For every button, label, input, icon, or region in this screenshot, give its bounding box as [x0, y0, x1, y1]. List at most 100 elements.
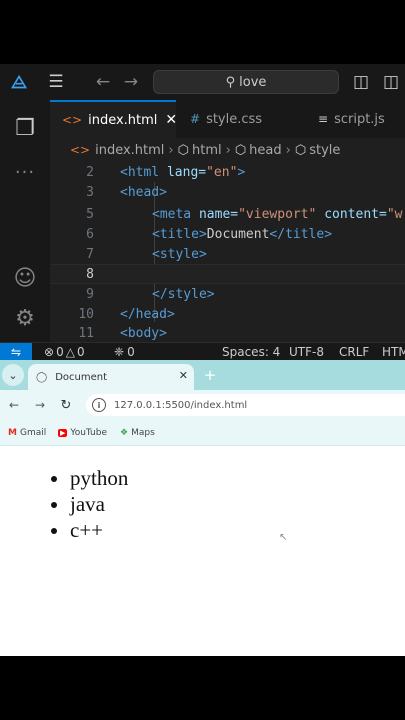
ports-count: 0: [127, 345, 135, 359]
more-icon[interactable]: ···: [0, 152, 50, 192]
new-tab-button[interactable]: +: [200, 365, 220, 385]
gear-icon[interactable]: ⚙: [0, 298, 50, 338]
chevron-right-icon: ›: [225, 142, 231, 158]
code-line[interactable]: 10 </head>: [50, 304, 405, 324]
code-line[interactable]: 11 <body>: [50, 323, 405, 343]
code-line[interactable]: 9 </style>: [50, 284, 405, 304]
indentation-indicator[interactable]: Spaces: 4: [222, 343, 280, 360]
close-icon[interactable]: ✕: [165, 112, 177, 128]
tab-label: index.html: [88, 112, 158, 128]
problems-indicator[interactable]: ⊗ 0 △ 0: [44, 343, 85, 360]
code-token: "w: [386, 206, 403, 222]
breadcrumb-item[interactable]: html: [192, 143, 222, 158]
search-icon: ⚲: [225, 74, 236, 90]
title-bar: ⨺ ☰ ← → ⚲ love ◫ ◫: [0, 64, 405, 100]
browser-tab[interactable]: ◯ Document ✕: [28, 364, 194, 390]
code-token: <meta: [152, 206, 192, 222]
breadcrumb-item[interactable]: index.html: [95, 143, 164, 158]
list-item: c++: [70, 517, 128, 543]
breadcrumb-item[interactable]: style: [309, 143, 340, 158]
code-line[interactable]: 3 <head >: [50, 182, 405, 202]
bookmark-youtube[interactable]: ▶ YouTube: [58, 420, 107, 446]
js-file-icon: ≡: [318, 112, 329, 126]
page-content: python java c++ ↖: [0, 447, 405, 656]
encoding-indicator[interactable]: UTF-8: [289, 343, 324, 360]
tab-script-js[interactable]: ≡ script.js: [310, 100, 405, 138]
line-number: 8: [86, 266, 94, 282]
line-number: 11: [78, 325, 94, 341]
code-token: "en": [206, 164, 238, 180]
line-number: 2: [86, 164, 94, 180]
toggle-sidebar-icon[interactable]: ◫: [350, 71, 372, 93]
vscode-logo-icon: ⨺: [10, 71, 28, 93]
bookmark-label: YouTube: [70, 428, 107, 438]
html-file-icon: <>: [70, 143, 91, 157]
list-item: java: [70, 491, 128, 517]
site-info-icon[interactable]: i: [92, 398, 106, 412]
breadcrumb: <> index.html › ⬡ html › ⬡ head › ⬡ styl…: [50, 138, 405, 162]
code-editor[interactable]: 2 <html lang= "en" > 3 <head > 5 <meta name…: [50, 162, 405, 342]
address-bar[interactable]: i 127.0.0.1:5500/index.html: [86, 394, 405, 416]
ports-indicator[interactable]: ❈ 0: [114, 343, 135, 360]
back-arrow-icon[interactable]: ←: [4, 395, 24, 415]
forward-arrow-icon[interactable]: →: [120, 71, 142, 93]
chevron-right-icon: ›: [168, 142, 174, 158]
code-line[interactable]: 2 <html lang= "en" >: [50, 162, 405, 182]
search-text: love: [239, 74, 267, 90]
code-line[interactable]: 6 <title> Document </title>: [50, 224, 405, 244]
language-indicator[interactable]: HTML: [382, 343, 405, 360]
forward-arrow-icon[interactable]: →: [30, 395, 50, 415]
eol-indicator[interactable]: CRLF: [339, 343, 369, 360]
maps-icon: ❖: [120, 428, 129, 438]
tab-search-icon[interactable]: ⌄: [2, 364, 24, 386]
code-token: >: [237, 164, 246, 180]
warning-icon: △: [65, 345, 75, 359]
browser-toolbar: ← → ↻ i 127.0.0.1:5500/index.html: [0, 390, 405, 420]
tab-label: style.css: [206, 111, 263, 127]
browser-tab-strip: ⌄ ◯ Document ✕ +: [0, 360, 405, 390]
code-token: </title>: [269, 226, 333, 242]
code-line[interactable]: 5 <meta name= "viewport" content= "w: [50, 204, 405, 224]
back-arrow-icon[interactable]: ←: [92, 71, 114, 93]
tab-index-html[interactable]: <> index.html ✕: [50, 100, 177, 138]
globe-icon: ◯: [36, 371, 48, 383]
html-file-icon: <>: [62, 113, 83, 127]
toggle-panel-icon[interactable]: ◫: [380, 71, 402, 93]
bookmark-maps[interactable]: ❖ Maps: [120, 420, 155, 446]
explorer-icon[interactable]: ❐: [0, 108, 50, 148]
code-token: lang=: [159, 164, 207, 180]
line-number: 6: [86, 226, 94, 242]
browser-window: ⌄ ◯ Document ✕ + ← → ↻ i 127.0.0.1:5500/…: [0, 360, 405, 656]
code-token: Document: [206, 226, 270, 242]
tab-style-css[interactable]: # style.css: [178, 100, 290, 138]
tab-label: script.js: [334, 111, 385, 127]
remote-indicator-icon[interactable]: ⇋: [0, 343, 32, 360]
breadcrumb-item[interactable]: head: [249, 143, 281, 158]
bullet-list: python java c++: [70, 465, 128, 543]
code-line-current[interactable]: 8: [50, 264, 405, 284]
bookmark-gmail[interactable]: M Gmail: [8, 420, 46, 446]
code-token: name=: [191, 206, 239, 222]
css-file-icon: #: [190, 112, 201, 126]
code-line[interactable]: 7 <style>: [50, 244, 405, 264]
code-token: <style>: [152, 246, 207, 262]
vscode-window: ⨺ ☰ ← → ⚲ love ◫ ◫ ❐ ··· ☺ ⚙ <> index.ht…: [0, 64, 405, 360]
menu-icon[interactable]: ☰: [44, 71, 68, 93]
youtube-icon: ▶: [58, 429, 68, 437]
code-token: <html: [120, 164, 160, 180]
element-icon: ⬡: [177, 142, 189, 158]
close-icon[interactable]: ✕: [179, 369, 188, 382]
code-token: >: [159, 184, 167, 200]
mouse-cursor-icon: ↖: [279, 532, 288, 543]
code-token: <title>: [152, 226, 207, 242]
warning-count: 0: [76, 345, 85, 359]
broadcast-icon: ❈: [114, 345, 125, 359]
chevron-right-icon: ›: [285, 142, 291, 158]
reload-icon[interactable]: ↻: [56, 395, 76, 415]
code-token: <head: [120, 184, 160, 200]
bookmarks-bar: M Gmail ▶ YouTube ❖ Maps: [0, 420, 405, 446]
element-icon: ⬡: [294, 142, 307, 158]
account-icon[interactable]: ☺: [0, 258, 50, 298]
code-token: </style>: [152, 286, 215, 302]
command-center-search[interactable]: ⚲ love: [153, 70, 339, 94]
